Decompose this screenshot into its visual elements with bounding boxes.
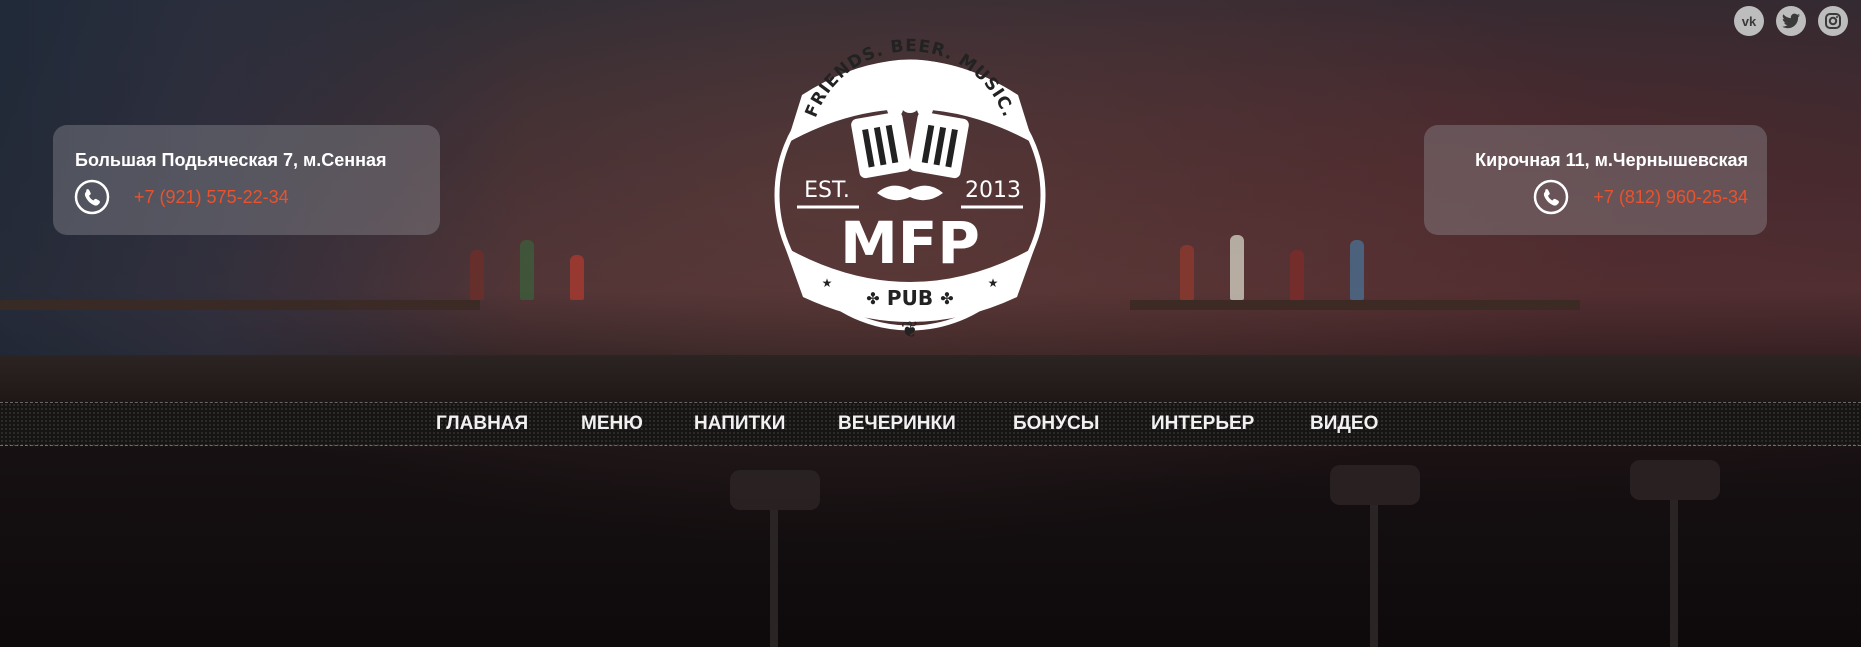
nav-item-menu[interactable]: МЕНЮ	[581, 413, 643, 435]
location-phone-row: +7 (812) 960-25-34	[1533, 177, 1748, 217]
vk-icon[interactable]: vk	[1734, 6, 1764, 36]
bar-stool	[730, 470, 820, 510]
vk-glyph: vk	[1741, 13, 1757, 29]
instagram-icon[interactable]	[1818, 6, 1848, 36]
phone-number-link[interactable]: +7 (812) 960-25-34	[1593, 187, 1748, 208]
bar-stool-leg	[1370, 505, 1378, 647]
nav-item-drinks[interactable]: НАПИТКИ	[694, 413, 785, 435]
twitter-bird-icon	[1782, 13, 1800, 29]
star-icon: ★	[822, 276, 833, 290]
mustache-icon	[877, 185, 943, 201]
background-bottle	[1230, 235, 1244, 300]
clover-icon: ✤	[940, 289, 953, 308]
mfp-pub-logo[interactable]: FRIENDS. BEER. MUSIC. EST. 2013 MFP PUB …	[767, 25, 1053, 365]
nav-item-home[interactable]: ГЛАВНАЯ	[436, 413, 528, 435]
nav-item-video[interactable]: ВИДЕО	[1310, 413, 1378, 435]
logo-year: 2013	[965, 178, 1021, 203]
background-bottle	[1180, 245, 1194, 300]
phone-icon	[1534, 179, 1569, 215]
bar-stool-leg	[770, 510, 778, 647]
social-links: vk	[1722, 6, 1848, 36]
bar-stool	[1630, 460, 1720, 500]
star-icon: ★	[988, 276, 999, 290]
phone-icon	[74, 179, 110, 215]
twitter-icon[interactable]	[1776, 6, 1806, 36]
location-address: Кирочная 11, м.Чернышевская	[1475, 150, 1748, 170]
hop-icon: ❦	[901, 318, 919, 343]
nav-item-bonuses[interactable]: БОНУСЫ	[1013, 413, 1099, 435]
clover-icon: ✤	[866, 289, 879, 308]
bar-stool	[1330, 465, 1420, 505]
location-card-right: Кирочная 11, м.Чернышевская +7 (812) 960…	[1424, 125, 1767, 235]
logo-name: MFP	[840, 209, 980, 277]
camera-icon	[1825, 13, 1841, 29]
background-shelf	[1130, 300, 1580, 310]
nav-item-parties[interactable]: ВЕЧЕРИНКИ	[838, 413, 956, 435]
bar-stool-leg	[1670, 500, 1678, 647]
background-bottle	[520, 240, 534, 300]
logo-sub: PUB	[887, 286, 933, 310]
background-bottle	[1350, 240, 1364, 300]
phone-number-link[interactable]: +7 (921) 575-22-34	[134, 187, 289, 208]
background-bottle	[470, 250, 484, 300]
background-shelf	[0, 300, 480, 310]
nav-item-interior[interactable]: ИНТЕРЬЕР	[1151, 413, 1254, 435]
background-bottle	[570, 255, 584, 300]
main-navigation: ГЛАВНАЯ МЕНЮ НАПИТКИ ВЕЧЕРИНКИ БОНУСЫ ИН…	[0, 402, 1861, 446]
logo-est: EST.	[804, 178, 850, 203]
location-card-left: Большая Подьяческая 7, м.Сенная +7 (921)…	[53, 125, 440, 235]
location-address: Большая Подьяческая 7, м.Сенная	[75, 150, 387, 170]
location-phone-row: +7 (921) 575-22-34	[74, 177, 289, 217]
background-bottle	[1290, 250, 1304, 300]
